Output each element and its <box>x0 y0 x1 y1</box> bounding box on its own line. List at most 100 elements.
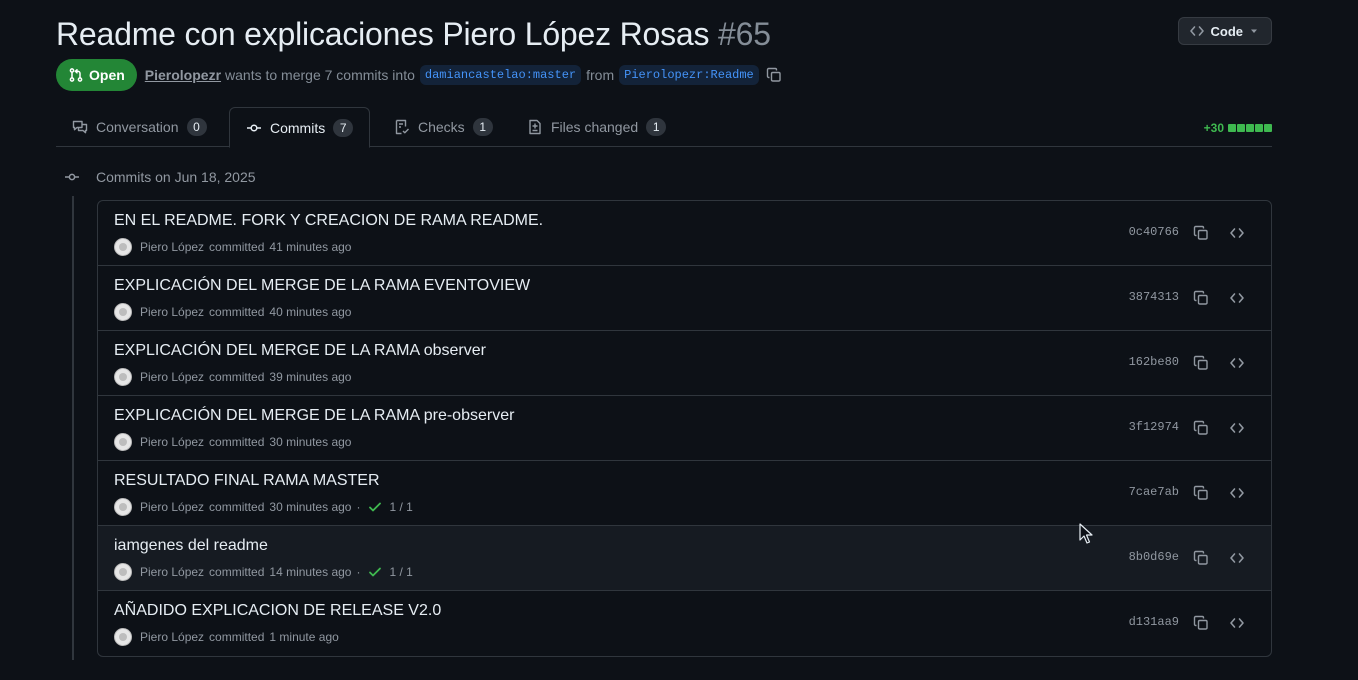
commit-verb: committed <box>209 240 265 254</box>
commit-author[interactable]: Piero López <box>140 370 204 384</box>
browse-files-button[interactable] <box>1225 416 1249 440</box>
tab-label: Commits <box>270 119 326 136</box>
avatar[interactable] <box>114 368 132 386</box>
tab-counter: 7 <box>333 118 354 137</box>
commit-title[interactable]: RESULTADO FINAL RAMA MASTER <box>114 472 380 490</box>
copy-icon <box>1193 615 1208 630</box>
checklist-icon <box>395 119 410 135</box>
page-title: Readme con explicaciones Piero López Ros… <box>56 14 1272 54</box>
commit-sha[interactable]: 8b0d69e <box>1129 550 1179 564</box>
commit-title[interactable]: AÑADIDO EXPLICACION DE RELEASE V2.0 <box>114 602 441 620</box>
copy-sha-button[interactable] <box>1189 286 1213 310</box>
commit-meta: Piero López committed 39 minutes ago <box>114 368 351 386</box>
code-icon <box>1230 358 1244 368</box>
commit-row: AÑADIDO EXPLICACION DE RELEASE V2.0 Pier… <box>98 591 1271 656</box>
commit-title[interactable]: EXPLICACIÓN DEL MERGE DE LA RAMA pre-obs… <box>114 407 514 425</box>
commit-author[interactable]: Piero López <box>140 500 204 514</box>
avatar[interactable] <box>114 628 132 646</box>
commit-sha[interactable]: d131aa9 <box>1129 615 1179 629</box>
commit-sha[interactable]: 162be80 <box>1129 355 1179 369</box>
diffstat-blocks <box>1228 124 1272 132</box>
author-link[interactable]: Pierolopezr <box>145 67 221 83</box>
code-icon <box>1230 293 1244 303</box>
tab-label: Conversation <box>96 119 179 135</box>
tab-checks[interactable]: Checks 1 <box>378 107 509 147</box>
commit-time: 39 minutes ago <box>269 370 352 384</box>
commit-time: 1 minute ago <box>269 630 339 644</box>
commit-sha[interactable]: 7cae7ab <box>1129 485 1179 499</box>
triangle-down-icon <box>1251 29 1257 33</box>
state-label: Open <box>89 67 125 83</box>
browse-files-button[interactable] <box>1225 481 1249 505</box>
head-branch[interactable]: Pierolopezr:Readme <box>619 65 759 85</box>
commit-author[interactable]: Piero López <box>140 630 204 644</box>
check-count: 1 / 1 <box>389 565 413 579</box>
commit-title[interactable]: EXPLICACIÓN DEL MERGE DE LA RAMA observe… <box>114 342 486 360</box>
commit-time: 30 minutes ago <box>269 435 352 449</box>
avatar[interactable] <box>114 433 132 451</box>
commit-sha[interactable]: 3874313 <box>1129 290 1179 304</box>
copy-icon <box>1193 420 1208 435</box>
commit-verb: committed <box>209 370 265 384</box>
commit-author[interactable]: Piero López <box>140 435 204 449</box>
browse-files-button[interactable] <box>1225 546 1249 570</box>
avatar[interactable] <box>114 498 132 516</box>
code-icon <box>1230 618 1244 628</box>
copy-sha-button[interactable] <box>1189 611 1213 635</box>
commit-meta: Piero López committed 30 minutes ago <box>114 433 351 451</box>
tab-counter: 0 <box>186 118 207 136</box>
copy-icon <box>1193 290 1208 305</box>
pr-meta: Open Pierolopezr wants to merge 7 commit… <box>56 59 782 91</box>
tab-counter: 1 <box>472 118 493 136</box>
commit-title[interactable]: EN EL README. FORK Y CREACION DE RAMA RE… <box>114 212 543 230</box>
copy-icon <box>766 67 781 82</box>
check-icon <box>369 567 382 577</box>
browse-files-button[interactable] <box>1225 221 1249 245</box>
tab-label: Checks <box>418 119 465 135</box>
state-badge: Open <box>56 59 137 91</box>
tab-label: Files changed <box>551 119 639 135</box>
commit-author[interactable]: Piero López <box>140 305 204 319</box>
commit-sha[interactable]: 3f12974 <box>1129 420 1179 434</box>
pr-tabs: Conversation 0 Commits 7 Checks 1 Files … <box>56 107 1272 148</box>
code-button[interactable]: Code <box>1177 17 1272 45</box>
commit-meta: Piero López committed 14 minutes ago · 1… <box>114 563 413 581</box>
file-diff-icon <box>529 119 541 135</box>
commit-meta: Piero López committed 40 minutes ago <box>114 303 351 321</box>
commit-title[interactable]: EXPLICACIÓN DEL MERGE DE LA RAMA EVENTOV… <box>114 277 530 295</box>
copy-sha-button[interactable] <box>1189 351 1213 375</box>
commit-meta: Piero López committed 41 minutes ago <box>114 238 351 256</box>
avatar[interactable] <box>114 238 132 256</box>
copy-sha-button[interactable] <box>1189 546 1213 570</box>
base-branch[interactable]: damiancastelao:master <box>419 65 582 85</box>
mouse-cursor-icon <box>1079 523 1093 544</box>
avatar[interactable] <box>114 303 132 321</box>
commit-row: EXPLICACIÓN DEL MERGE DE LA RAMA EVENTOV… <box>98 266 1271 331</box>
separator-dot: · <box>356 565 361 579</box>
browse-files-button[interactable] <box>1225 611 1249 635</box>
commit-meta: Piero López committed 30 minutes ago · 1… <box>114 498 413 516</box>
commit-author[interactable]: Piero López <box>140 565 204 579</box>
commit-title[interactable]: iamgenes del readme <box>114 537 268 555</box>
copy-icon <box>1193 550 1208 565</box>
browse-files-button[interactable] <box>1225 351 1249 375</box>
commit-list: EN EL README. FORK Y CREACION DE RAMA RE… <box>97 200 1272 657</box>
copy-branch-button[interactable] <box>766 67 782 83</box>
commit-author[interactable]: Piero López <box>140 240 204 254</box>
copy-sha-button[interactable] <box>1189 221 1213 245</box>
avatar[interactable] <box>114 563 132 581</box>
check-status-button[interactable]: 1 / 1 <box>367 564 413 580</box>
copy-sha-button[interactable] <box>1189 416 1213 440</box>
commit-time: 41 minutes ago <box>269 240 352 254</box>
commit-time: 30 minutes ago <box>269 500 352 514</box>
timeline-line <box>72 196 74 660</box>
tab-files-changed[interactable]: Files changed 1 <box>511 107 682 147</box>
copy-sha-button[interactable] <box>1189 481 1213 505</box>
browse-files-button[interactable] <box>1225 286 1249 310</box>
tab-commits[interactable]: Commits 7 <box>229 107 371 148</box>
commit-verb: committed <box>209 435 265 449</box>
pull-request-page: Readme con explicaciones Piero López Ros… <box>56 0 1272 680</box>
commit-sha[interactable]: 0c40766 <box>1129 225 1179 239</box>
tab-conversation[interactable]: Conversation 0 <box>56 107 223 147</box>
check-status-button[interactable]: 1 / 1 <box>367 499 413 515</box>
